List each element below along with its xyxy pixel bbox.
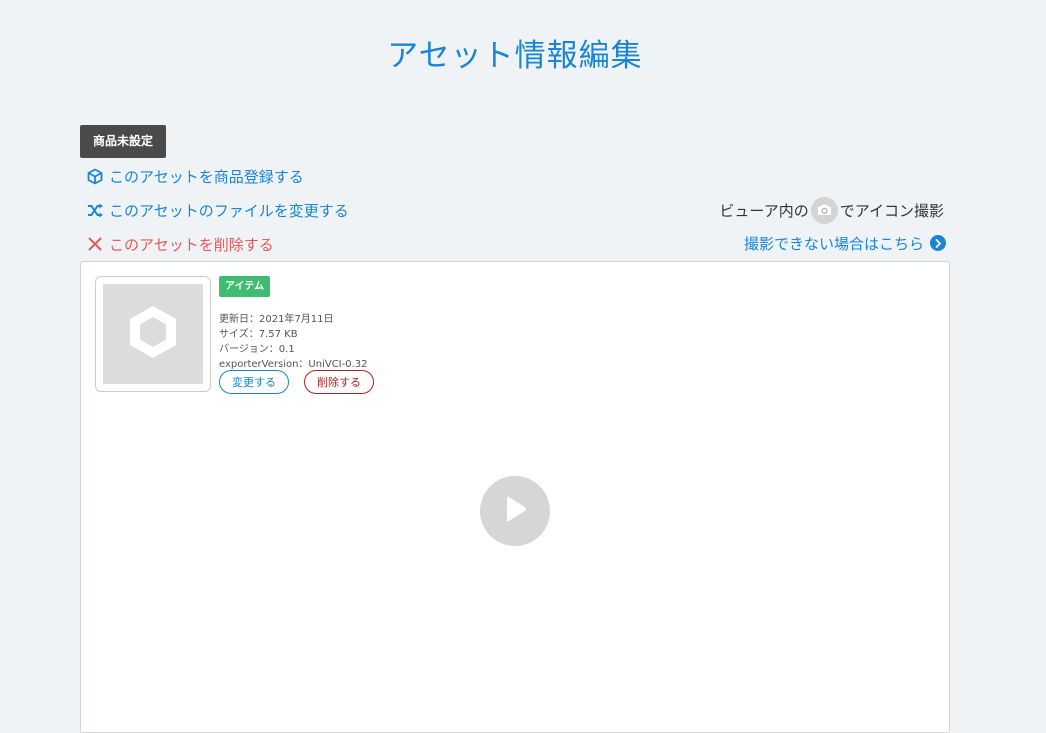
hint-prefix: ビューア内の [719, 201, 809, 220]
updated-date: 更新日：2021年7月11日 [219, 314, 334, 325]
register-product-label: このアセットを商品登録する [109, 167, 304, 186]
change-file-label: このアセットのファイルを変更する [109, 201, 349, 220]
delete-asset-link[interactable]: このアセットを削除する [86, 233, 274, 255]
help-link-label: 撮影できない場合はこちら [743, 234, 924, 253]
capture-help-link[interactable]: 撮影できない場合はこちら [744, 232, 946, 254]
play-button[interactable] [480, 476, 550, 546]
delete-button[interactable]: 削除する [304, 370, 374, 394]
file-size: サイズ：7.57 KB [219, 329, 298, 340]
page-title: アセット情報編集 [387, 38, 643, 74]
chevron-right-icon [930, 235, 946, 251]
icon-capture-hint: ビューア内の でアイコン撮影 [719, 196, 944, 224]
asset-type-badge: アイテム [219, 276, 270, 297]
asset-thumbnail [95, 276, 211, 392]
change-file-link[interactable]: このアセットのファイルを変更する [86, 199, 349, 221]
hint-suffix: でアイコン撮影 [839, 201, 944, 220]
asset-version: バージョン：0.1 [219, 344, 295, 355]
delete-asset-label: このアセットを削除する [109, 235, 274, 254]
close-icon [86, 235, 104, 253]
play-icon [502, 495, 528, 527]
edit-button[interactable]: 変更する [219, 370, 289, 394]
status-badge: 商品未設定 [80, 125, 166, 158]
thumbnail-placeholder [103, 284, 203, 384]
cube-icon [86, 167, 104, 185]
exporter-version: exporterVersion：UniVCI-0.32 [219, 359, 368, 370]
camera-icon [810, 196, 838, 224]
register-product-link[interactable]: このアセットを商品登録する [86, 165, 304, 187]
shuffle-icon [86, 201, 104, 219]
hexagon-icon [125, 302, 181, 366]
asset-viewer-panel: アイテム 更新日：2021年7月11日 サイズ：7.57 KB バージョン：0.… [80, 261, 950, 733]
